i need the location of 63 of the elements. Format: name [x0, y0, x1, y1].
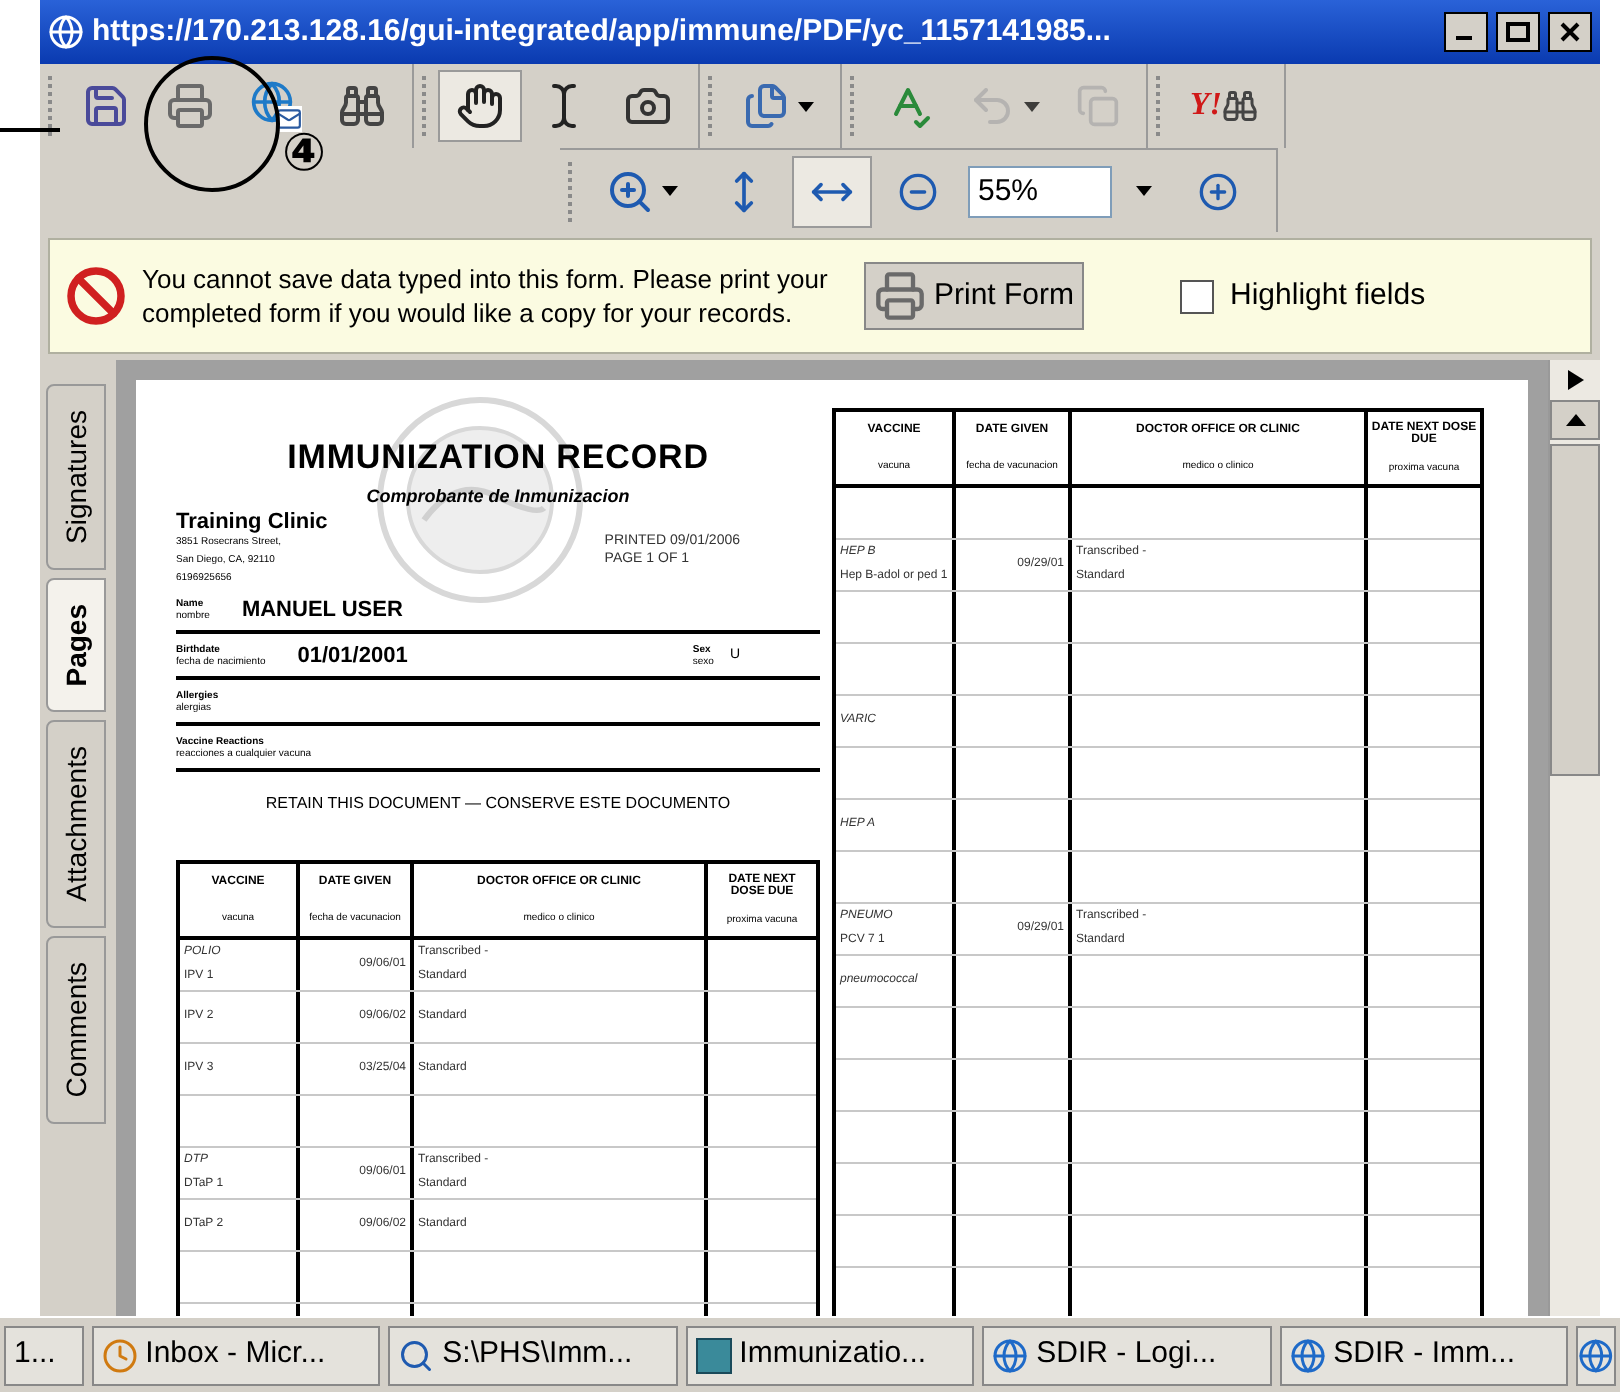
- taskbar-item[interactable]: S:\PHS\Imm...: [388, 1325, 678, 1385]
- zoom-in-icon: [1198, 171, 1238, 211]
- maximize-button[interactable]: [1496, 12, 1540, 52]
- save-icon: [82, 82, 130, 130]
- print-form-button[interactable]: Print Form: [864, 262, 1085, 330]
- info-message: You cannot save data typed into this form. Please print your completed form if you would like a copy for your records.: [142, 262, 830, 330]
- annotation-number: ④: [282, 128, 327, 180]
- document-icon: [695, 1337, 732, 1373]
- field-value: MANUEL USER: [241, 595, 403, 626]
- search-icon: [398, 1337, 435, 1373]
- taskbar-item[interactable]: SDIR - Imm...: [1279, 1325, 1569, 1385]
- arrow-right-icon: [1567, 370, 1583, 390]
- caret-icon: [1024, 101, 1040, 111]
- document-title: IMMUNIZATION RECORD: [287, 436, 709, 480]
- checkbox-label: Highlight fields: [1230, 275, 1426, 316]
- close-button[interactable]: [1548, 12, 1592, 52]
- retain-note: RETAIN THIS DOCUMENT — CONSERVE ESTE DOCUMENTO: [263, 792, 733, 816]
- clinic-name: Training Clinic: [176, 510, 328, 534]
- scroll-up-icon: [1565, 414, 1585, 426]
- binoculars-icon: [338, 82, 386, 130]
- no-entry-icon: [66, 266, 126, 326]
- caret-icon: [1136, 186, 1152, 196]
- browser-icon: [48, 14, 84, 50]
- logo-text: Y!: [1190, 86, 1222, 126]
- taskbar-item[interactable]: Immunizatio...: [685, 1325, 975, 1385]
- pages-icon: [742, 82, 790, 130]
- browser-icon: [1289, 1337, 1326, 1373]
- zoom-in-icon: [606, 167, 654, 215]
- minimize-button[interactable]: [1444, 12, 1488, 52]
- print-icon: [166, 82, 214, 130]
- taskbar-item[interactable]: SDIR - Logi...: [982, 1325, 1272, 1385]
- side-tab[interactable]: Signatures: [46, 384, 106, 570]
- taskbar-item[interactable]: [1576, 1325, 1616, 1385]
- field-value: 01/01/2001: [297, 641, 408, 672]
- maximize-icon: [1506, 22, 1530, 42]
- taskbar-item[interactable]: Inbox - Micr...: [91, 1325, 381, 1385]
- highlight-checkbox[interactable]: [1180, 279, 1215, 313]
- document-subtitle: Comprobante de Inmunizacion: [366, 483, 630, 510]
- copy-icon: [1076, 84, 1120, 128]
- yahoo-button[interactable]: Y!: [1172, 70, 1276, 142]
- side-tab[interactable]: Pages: [46, 577, 106, 713]
- taskbar-item[interactable]: 1...: [4, 1325, 84, 1385]
- window-title: https://170.213.128.16/gui-integrated/app/immune/PDF/yc_1157141985...: [92, 11, 1113, 52]
- minimize-icon: [1455, 36, 1471, 40]
- binoculars-icon: [1222, 88, 1258, 124]
- browser-icon: [992, 1337, 1029, 1373]
- fit-width-button[interactable]: [792, 155, 872, 227]
- hand-icon: [456, 82, 504, 130]
- browser-icon: [1578, 1337, 1614, 1373]
- clock-icon: [101, 1337, 138, 1373]
- camera-icon: [624, 82, 672, 130]
- side-tab[interactable]: Attachments: [46, 720, 106, 929]
- annotation-line: [0, 128, 60, 132]
- print-icon: [874, 270, 926, 322]
- hand-button[interactable]: [438, 70, 522, 142]
- zoom-out-icon: [898, 171, 938, 211]
- caret-icon: [662, 186, 678, 196]
- close-icon: [1558, 22, 1582, 42]
- side-tab[interactable]: Comments: [46, 936, 106, 1124]
- globe-mail-icon: [250, 80, 302, 132]
- undo-icon: [968, 82, 1016, 130]
- caret-icon: [798, 101, 814, 111]
- zoom-field[interactable]: 55%: [968, 165, 1112, 217]
